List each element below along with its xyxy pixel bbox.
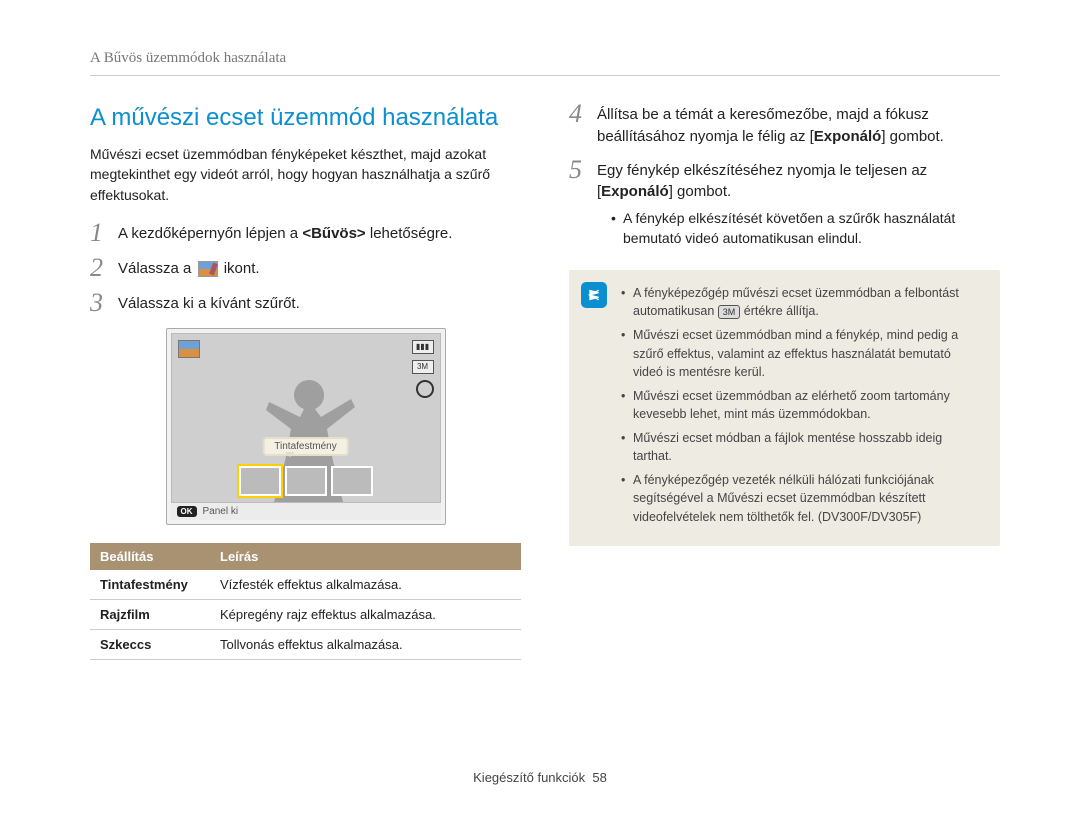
timer-icon [416,380,434,398]
step-text: Válassza ki a kívánt szűrőt. [118,293,521,315]
step-number: 4 [569,101,597,127]
step-number: 5 [569,157,597,183]
sub-bullet: A fénykép elkészítését követően a szűrők… [611,209,1000,248]
step-number: 3 [90,290,118,316]
step-text: A kezdőképernyőn lépjen a <Bűvös> lehető… [118,223,521,245]
mode-icon [178,340,200,358]
step-text: Egy fénykép elkészítéséhez nyomja le tel… [597,160,1000,249]
step-text: Állítsa be a témát a keresőmezőbe, majd … [597,104,1000,148]
resolution-icon: 3M [412,360,434,374]
table-row: Rajzfilm Képregény rajz effektus alkalma… [90,599,521,629]
ok-badge: OK [177,506,197,517]
note-item: A fényképezőgép vezeték nélküli hálózati… [621,471,984,525]
step-number: 1 [90,220,118,246]
intro-text: Művészi ecset üzemmódban fényképeket kés… [90,144,521,205]
ok-text: Panel ki [203,506,239,517]
battery-icon: ▮▮▮ [412,340,434,354]
camera-preview: ▮▮▮ 3M Tintafestmény [166,328,446,525]
table-header-setting: Beállítás [90,543,210,570]
note-item: Művészi ecset üzemmódban az elérhető zoo… [621,387,984,423]
filter-thumbnails [239,466,373,496]
table-header-desc: Leírás [210,543,521,570]
breadcrumb: A Bűvös üzemmódok használata [90,50,1000,76]
filter-tooltip: Tintafestmény [262,437,348,456]
table-row: Tintafestmény Vízfesték effektus alkalma… [90,570,521,600]
filter-thumb-cartoon [285,466,327,496]
filter-table: Beállítás Leírás Tintafestmény Vízfesték… [90,543,521,660]
page-footer: Kiegészítő funkciók 58 [0,770,1080,785]
filter-thumb-sketch [331,466,373,496]
step-number: 2 [90,255,118,281]
artistic-brush-icon [198,261,218,277]
resolution-badge: 3M [718,305,741,319]
table-row: Szkeccs Tollvonás effektus alkalmazása. [90,629,521,659]
filter-thumb-ink [239,466,281,496]
note-item: A fényképezőgép művészi ecset üzemmódban… [621,284,984,320]
section-title: A művészi ecset üzemmód használata [90,104,521,132]
step-text: Válassza a ikont. [118,258,521,280]
note-box: A fényképezőgép művészi ecset üzemmódban… [569,270,1000,546]
note-icon [581,282,607,308]
note-item: Művészi ecset üzemmódban mind a fénykép,… [621,326,984,380]
note-item: Művészi ecset módban a fájlok mentése ho… [621,429,984,465]
